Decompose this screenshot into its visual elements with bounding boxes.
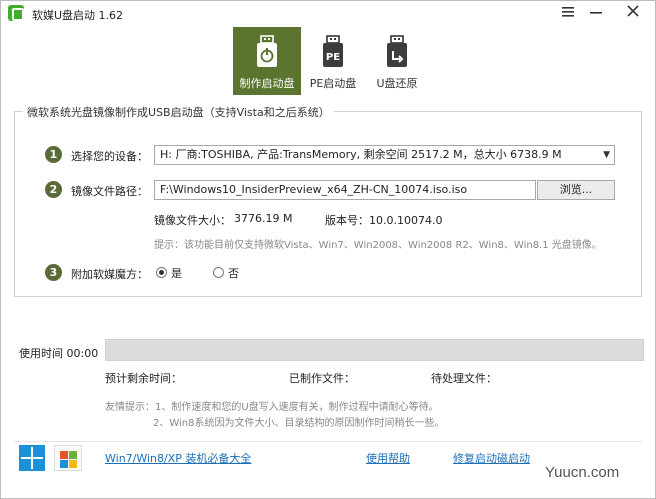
title-bar: 软媒U盘启动 1.62	[1, 1, 655, 27]
tab-make-boot-disk[interactable]: 制作启动盘	[233, 27, 301, 95]
tip-line-1: 友情提示：1、制作速度和您的U盘写入速度有关，制作过程中请耐心等待。	[105, 402, 439, 413]
menu-icon[interactable]	[557, 4, 579, 24]
radio-yes[interactable]	[156, 267, 167, 278]
close-icon[interactable]	[622, 4, 644, 24]
image-size-label: 镜像文件大小：	[154, 214, 231, 227]
image-path-input[interactable]: F:\Windows10_InsiderPreview_x64_ZH-CN_10…	[154, 180, 536, 200]
windows8-logo-icon[interactable]	[19, 445, 45, 471]
device-select-value: H: 厂商:TOSHIBA, 产品:TransMemory, 剩余空间 2517…	[160, 148, 562, 161]
files-made-label: 已制作文件：	[289, 372, 355, 385]
step-badge: 1	[45, 146, 62, 163]
help-link[interactable]: 使用帮助	[366, 450, 410, 466]
remaining-time-label: 预计剩余时间：	[105, 372, 182, 385]
tip-line-2: 2、Win8系统因为文件大小、目录结构的原因制作时间稍长一些。	[153, 418, 445, 429]
device-label: 选择您的设备：	[71, 150, 148, 163]
watermark: Yuucn.com	[545, 464, 620, 481]
app-logo-icon	[8, 5, 24, 21]
tab-usb-restore[interactable]: U盘还原	[363, 27, 431, 95]
usb-restore-icon	[382, 35, 412, 69]
footer-divider	[14, 441, 642, 442]
step-badge: 2	[45, 181, 62, 198]
usb-power-icon	[252, 35, 282, 69]
tab-label: 制作启动盘	[239, 77, 295, 90]
elapsed-time: 使用时间 00:00	[19, 347, 99, 360]
chevron-down-icon: ▼	[603, 150, 610, 160]
device-select[interactable]: H: 厂商:TOSHIBA, 产品:TransMemory, 剩余空间 2517…	[154, 145, 615, 165]
group-title: 微软系统光盘镜像制作成USB启动盘（支持Vista和之后系统）	[23, 104, 334, 120]
image-size-value: 3776.19 M	[234, 212, 293, 225]
progress-bar	[105, 339, 644, 361]
tool-tabs: 制作启动盘 PE PE启动盘 U盘还原	[1, 27, 655, 95]
essentials-link[interactable]: Win7/Win8/XP 装机必备大全	[105, 450, 251, 466]
files-pending-label: 待处理文件：	[431, 372, 497, 385]
step-badge: 3	[45, 264, 62, 281]
svg-text:PE: PE	[326, 52, 340, 63]
radio-no[interactable]	[213, 267, 224, 278]
tab-pe-boot-disk[interactable]: PE PE启动盘	[299, 27, 367, 95]
radio-no-label: 否	[228, 267, 239, 280]
app-window: 软媒U盘启动 1.62 制作启动盘 PE PE启动盘 U盘还原 微软系统光盘镜像…	[0, 0, 656, 499]
addon-label: 附加软媒魔方：	[71, 268, 148, 281]
windows7-logo-icon[interactable]	[54, 445, 82, 471]
version-label: 版本号：10.0.10074.0	[325, 214, 443, 227]
window-title: 软媒U盘启动 1.62	[32, 9, 124, 22]
repair-boot-link[interactable]: 修复启动磁启动	[453, 450, 530, 466]
support-hint: 提示：该功能目前仅支持微软Vista、Win7、Win2008、Win2008 …	[154, 240, 602, 251]
tab-label: U盘还原	[376, 77, 418, 90]
image-path-label: 镜像文件路径：	[71, 185, 148, 198]
tab-label: PE启动盘	[309, 77, 357, 90]
minimize-icon[interactable]	[585, 4, 607, 24]
browse-button[interactable]: 浏览...	[537, 180, 615, 200]
pe-usb-icon: PE	[318, 35, 348, 69]
radio-yes-label: 是	[171, 267, 182, 280]
